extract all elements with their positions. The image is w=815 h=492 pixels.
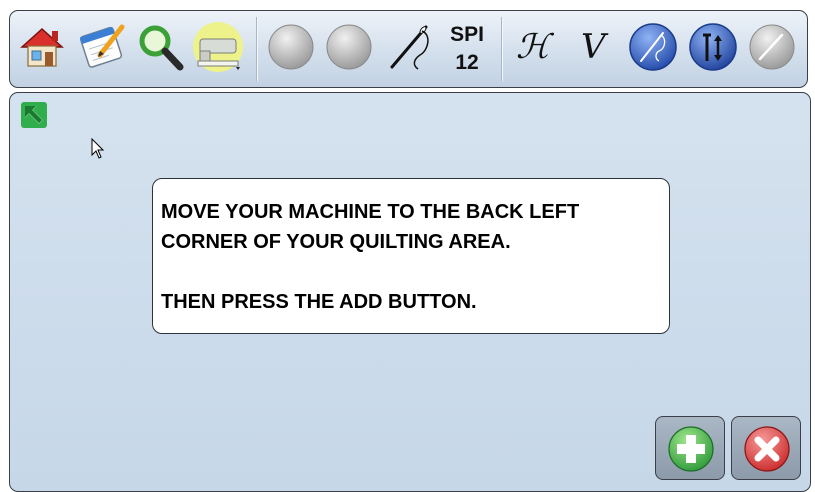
- home-icon: [20, 27, 64, 67]
- needle-blue-icon: [629, 23, 677, 71]
- edit-button[interactable]: [76, 21, 128, 73]
- mouse-cursor-icon: [91, 138, 105, 159]
- cancel-button[interactable]: [731, 416, 801, 480]
- add-button[interactable]: [655, 416, 725, 480]
- spi-display[interactable]: SPI 12: [442, 21, 492, 77]
- machine-button[interactable]: [192, 21, 244, 73]
- script-v-icon: V: [581, 27, 606, 67]
- machine-icon: [193, 22, 243, 72]
- disabled-button-2: [323, 21, 375, 73]
- plus-icon: [668, 426, 714, 472]
- script-h-icon: ℋ: [516, 27, 550, 67]
- tension-icon: [689, 23, 737, 71]
- toolbar-separator: [501, 17, 502, 81]
- x-icon: [744, 426, 790, 472]
- needle-icon: [390, 25, 429, 70]
- needle-position-button[interactable]: [627, 21, 679, 73]
- toolbar: SPI 12 ℋ V: [9, 10, 808, 88]
- tension-button[interactable]: [687, 21, 739, 73]
- vertical-button[interactable]: V: [581, 27, 606, 67]
- disabled-needle-button: [746, 21, 798, 73]
- notepad-icon: [79, 24, 125, 68]
- toolbar-separator: [256, 17, 257, 81]
- instruction-line-2: THEN PRESS THE ADD BUTTON.: [161, 291, 477, 313]
- back-left-arrow-icon: [21, 102, 47, 128]
- magnifier-icon: [139, 25, 184, 71]
- spi-value: 12: [455, 51, 479, 74]
- horizontal-button[interactable]: ℋ: [516, 27, 550, 67]
- needle-button[interactable]: [384, 21, 436, 73]
- spi-label: SPI: [450, 23, 484, 46]
- disabled-button-1: [265, 21, 317, 73]
- instruction-line-1: MOVE YOUR MACHINE TO THE BACK LEFT CORNE…: [161, 201, 580, 253]
- disabled-needle-icon: [749, 24, 795, 70]
- home-button[interactable]: [16, 21, 68, 73]
- disabled-circle-icon: [326, 24, 372, 70]
- disabled-circle-icon: [268, 24, 314, 70]
- zoom-button[interactable]: [134, 21, 186, 73]
- instruction-dialog: MOVE YOUR MACHINE TO THE BACK LEFT CORNE…: [152, 178, 670, 334]
